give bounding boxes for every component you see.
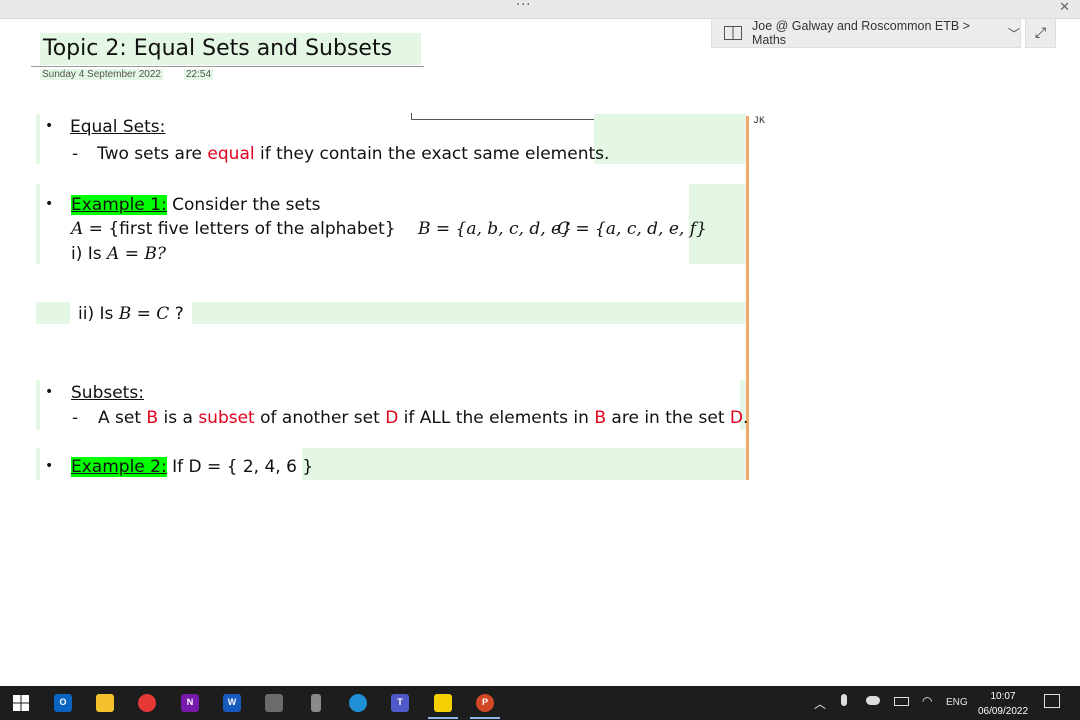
page-title[interactable]: Topic 2: Equal Sets and Subsets — [40, 33, 421, 65]
snipping-icon[interactable] — [349, 694, 367, 712]
wifi-icon[interactable]: ◠ — [922, 694, 932, 708]
bullet-icon: • — [45, 196, 54, 212]
bullet-icon: • — [45, 118, 54, 134]
dash-marker: - — [72, 144, 79, 164]
bullet-icon: • — [45, 458, 54, 474]
ink-stroke — [411, 113, 594, 120]
page-time: 22:54 — [184, 69, 214, 80]
system-clock[interactable]: 10:07 06/09/2022 — [970, 689, 1036, 719]
more-options-icon[interactable]: ··· — [516, 0, 531, 13]
set-b-definition[interactable]: B = {a, b, c, d, e} — [418, 219, 572, 239]
note-block-ii-left — [36, 302, 70, 324]
clock-date: 06/09/2022 — [977, 706, 1029, 717]
powerpoint-icon[interactable]: P — [476, 694, 494, 712]
expand-icon: ⤢ — [1034, 25, 1047, 41]
page-date: Sunday 4 September 2022 — [40, 69, 163, 80]
example2-text[interactable]: Example 2: If D = { 2, 4, 6 } — [71, 457, 313, 477]
active-app-indicator — [470, 717, 500, 719]
equal-sets-definition[interactable]: Two sets are equal if they contain the e… — [97, 144, 609, 164]
battery-icon[interactable] — [894, 697, 909, 706]
chevron-down-icon: ﹀ — [1007, 26, 1020, 41]
taskbar: O N W T P ︿ ◠ ENG — [0, 686, 1080, 720]
question-ii[interactable]: ii) Is B = C ? — [78, 304, 184, 324]
teams-icon[interactable]: T — [391, 694, 409, 712]
dash-marker: - — [72, 408, 79, 428]
clock-time: 10:07 — [990, 691, 1016, 702]
file-explorer-icon[interactable] — [96, 694, 114, 712]
example1-intro[interactable]: Example 1: Consider the sets — [71, 195, 321, 215]
example1-label: Example 1: — [71, 195, 167, 215]
chrome-icon[interactable] — [138, 694, 156, 712]
notebook-breadcrumb-label: Joe @ Galway and Roscommon ETB > Maths — [752, 19, 970, 47]
author-initials: JK — [753, 116, 766, 127]
note-block-ii-right — [192, 302, 746, 324]
word-icon[interactable]: W — [223, 694, 241, 712]
outlook-icon[interactable]: O — [54, 694, 72, 712]
windows-start-icon[interactable] — [12, 694, 30, 712]
question-i[interactable]: i) Is A = B? — [71, 244, 166, 264]
calculator-icon[interactable] — [265, 694, 283, 712]
active-app-indicator — [428, 717, 458, 719]
microphone-icon[interactable] — [841, 694, 847, 706]
chevron-up-icon[interactable]: ︿ — [814, 695, 826, 712]
set-a-definition[interactable]: A = {first five letters of the alphabet} — [71, 219, 396, 239]
bullet-icon: • — [45, 384, 54, 400]
notifications-icon[interactable] — [1044, 694, 1060, 708]
onedrive-icon[interactable] — [866, 696, 880, 705]
title-divider — [31, 66, 424, 67]
subset-definition[interactable]: A set B is a subset of another set D if … — [98, 408, 748, 428]
set-c-definition[interactable]: C = {a, c, d, e, f} — [557, 219, 707, 239]
notebook-navigation-button[interactable]: Joe @ Galway and Roscommon ETB > Maths ﹀ — [711, 18, 1021, 48]
example2-label: Example 2: — [71, 457, 167, 477]
close-icon[interactable]: ✕ — [1059, 0, 1070, 15]
phone-icon[interactable] — [311, 694, 321, 712]
expand-button[interactable]: ⤢ — [1025, 18, 1056, 48]
subsets-heading[interactable]: Subsets: — [71, 383, 144, 403]
window-titlebar: ··· ✕ — [0, 0, 1080, 19]
onenote-icon[interactable]: N — [181, 694, 199, 712]
notebook-icon — [724, 26, 742, 40]
sticky-notes-icon[interactable] — [434, 694, 452, 712]
language-indicator[interactable]: ENG — [946, 697, 968, 708]
equal-sets-heading[interactable]: Equal Sets: — [70, 117, 165, 137]
